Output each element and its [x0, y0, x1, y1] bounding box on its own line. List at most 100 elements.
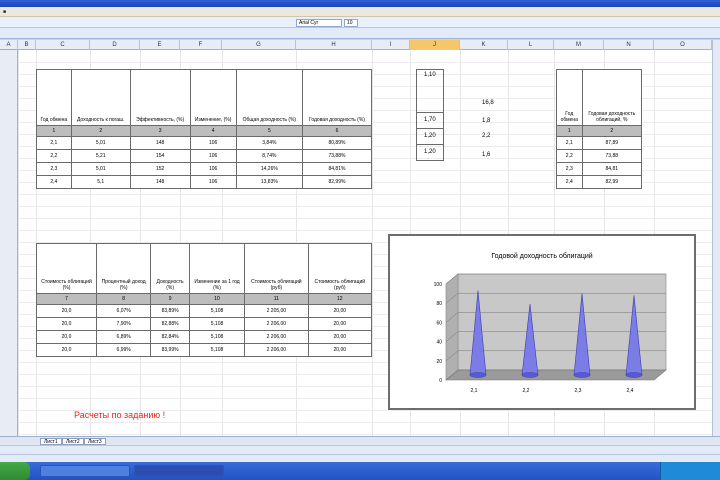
column-number-cell[interactable]: 2 [70, 125, 131, 137]
table-cell[interactable]: 2,2 [556, 149, 583, 163]
app-icon[interactable]: ■ [3, 8, 6, 16]
table-cell[interactable]: 82,88% [150, 317, 190, 331]
table-cell[interactable]: 5,1 [70, 175, 131, 189]
taskbar-item-2[interactable] [134, 465, 224, 477]
column-header-m[interactable]: M [554, 40, 604, 50]
column-number-cell[interactable]: 9 [150, 293, 190, 305]
column-header-f[interactable]: F [180, 40, 222, 50]
column-number-cell[interactable]: 7 [36, 293, 97, 305]
table-cell[interactable]: 2 206,00 [244, 317, 309, 331]
column-number-cell[interactable]: 10 [188, 293, 246, 305]
sheet-tab-2[interactable]: Лист2 [62, 438, 84, 445]
table-cell[interactable]: 20,0 [36, 343, 97, 357]
table-cell[interactable]: 5,01 [70, 136, 131, 150]
column-header-cell[interactable]: Стоимость облигаций (%) [36, 243, 97, 294]
column-header-e[interactable]: E [140, 40, 180, 50]
table-cell[interactable]: 2 205,00 [244, 304, 309, 318]
column-number-cell[interactable]: 12 [307, 293, 373, 305]
column-number-cell[interactable]: 3 [129, 125, 191, 137]
column-header-cell[interactable]: Стоимость облигаций (руб) [244, 243, 309, 294]
table-cell[interactable]: 5,108 [188, 304, 246, 318]
table-cell[interactable]: 13,83% [235, 175, 303, 189]
table-cell[interactable]: 20,00 [307, 343, 373, 357]
table-cell[interactable]: 2,1 [556, 136, 583, 150]
column-header-j[interactable]: J [410, 40, 460, 50]
table-cell[interactable]: 154 [129, 149, 191, 163]
column-header-a[interactable]: A [0, 40, 18, 50]
column-header-cell[interactable]: Изменение за 1 год (%) [188, 243, 246, 294]
column-number-cell[interactable]: 6 [301, 125, 373, 137]
column-header-h[interactable]: H [296, 40, 372, 50]
yield-chart[interactable]: Годовой доходность облигаций 0 20 40 60 80 100… [388, 234, 696, 410]
column-number-cell[interactable]: 5 [235, 125, 303, 137]
table-cell[interactable]: 83,99% [150, 343, 190, 357]
column-number-cell[interactable]: 4 [189, 125, 237, 137]
table-cell[interactable]: 6,89% [95, 330, 152, 344]
table-cell[interactable]: 148 [129, 136, 191, 150]
table-cell[interactable]: 5,01 [70, 162, 131, 176]
table-cell[interactable]: 5,108 [188, 330, 246, 344]
table-cell[interactable]: 106 [189, 136, 237, 150]
table-cell[interactable]: 106 [189, 162, 237, 176]
table-cell[interactable]: 8,74% [235, 149, 303, 163]
column-header-cell[interactable]: Годовая доходность (%) [301, 69, 373, 126]
column-number-cell[interactable]: 1 [36, 125, 72, 137]
sheet-tab-3[interactable]: Лист3 [84, 438, 106, 445]
table-cell[interactable]: 73,88% [301, 149, 373, 163]
vertical-scrollbar[interactable] [712, 40, 720, 436]
table-cell[interactable]: 2,1 [36, 136, 72, 150]
table-cell[interactable]: 6,07% [95, 304, 152, 318]
table-cell[interactable]: 20,0 [36, 330, 97, 344]
table-cell[interactable]: 73,88 [581, 149, 643, 163]
table-cell[interactable]: 3,84% [235, 136, 303, 150]
column-header-n[interactable]: N [604, 40, 654, 50]
table-cell[interactable]: 20,0 [36, 304, 97, 318]
column-header-cell[interactable]: Стоимость облигаций (руб) [307, 243, 373, 294]
column-header-cell[interactable]: Год обмена [36, 69, 72, 126]
table-cell[interactable]: 152 [129, 162, 191, 176]
table-cell[interactable]: 6,99% [95, 343, 152, 357]
table-cell[interactable]: 14,26% [235, 162, 303, 176]
table-cell[interactable]: 20,0 [36, 317, 97, 331]
table-cell[interactable]: 106 [189, 175, 237, 189]
side-value-right[interactable]: 1,6 [482, 152, 490, 158]
sheet-tab-1[interactable]: Лист1 [40, 438, 62, 445]
side-value-right[interactable]: 2,2 [482, 133, 490, 139]
side-value-right[interactable]: 16,8 [482, 100, 494, 106]
column-header-o[interactable]: O [654, 40, 712, 50]
table-cell[interactable]: 82,99 [581, 175, 643, 189]
table-cell[interactable]: 82,84% [150, 330, 190, 344]
column-number-cell[interactable]: 1 [556, 125, 583, 137]
column-header-b[interactable]: B [18, 40, 36, 50]
font-name-combobox[interactable]: Arial Cyr [296, 19, 342, 27]
table-cell[interactable]: 83,89% [150, 304, 190, 318]
taskbar-item-1[interactable] [40, 465, 130, 477]
table-cell[interactable]: 84,81 [581, 162, 643, 176]
column-header-cell[interactable]: Общая доходность (%) [235, 69, 303, 126]
table-cell[interactable]: 2,2 [36, 149, 72, 163]
table-cell[interactable]: 2,4 [556, 175, 583, 189]
table-cell[interactable]: 20,00 [307, 330, 373, 344]
start-button[interactable] [0, 462, 30, 480]
table-cell[interactable]: 20,00 [307, 304, 373, 318]
column-header-g[interactable]: G [222, 40, 296, 50]
table-cell[interactable]: 20,00 [307, 317, 373, 331]
table-cell[interactable]: 84,81% [301, 162, 373, 176]
column-header-cell[interactable]: Изменение, (%) [189, 69, 237, 126]
table-cell[interactable]: 7,90% [95, 317, 152, 331]
column-header-cell[interactable]: Доходность к погаш. [70, 69, 131, 126]
column-header-cell[interactable]: Год обмена [556, 69, 583, 126]
column-header-i[interactable]: I [372, 40, 410, 50]
column-header-cell[interactable]: Процентный доход (%) [95, 243, 152, 294]
side-value-right[interactable]: 1,8 [482, 118, 490, 124]
table-cell[interactable]: 5,21 [70, 149, 131, 163]
column-header-c[interactable]: C [36, 40, 90, 50]
column-header-k[interactable]: K [460, 40, 508, 50]
column-number-cell[interactable]: 2 [581, 125, 643, 137]
table-cell[interactable]: 106 [189, 149, 237, 163]
table-cell[interactable]: 87,89 [581, 136, 643, 150]
table-cell[interactable]: 2,4 [36, 175, 72, 189]
font-size-combobox[interactable]: 10 [344, 19, 358, 27]
table-cell[interactable]: 5,108 [188, 317, 246, 331]
column-header-cell[interactable]: Доходность (%) [150, 243, 190, 294]
